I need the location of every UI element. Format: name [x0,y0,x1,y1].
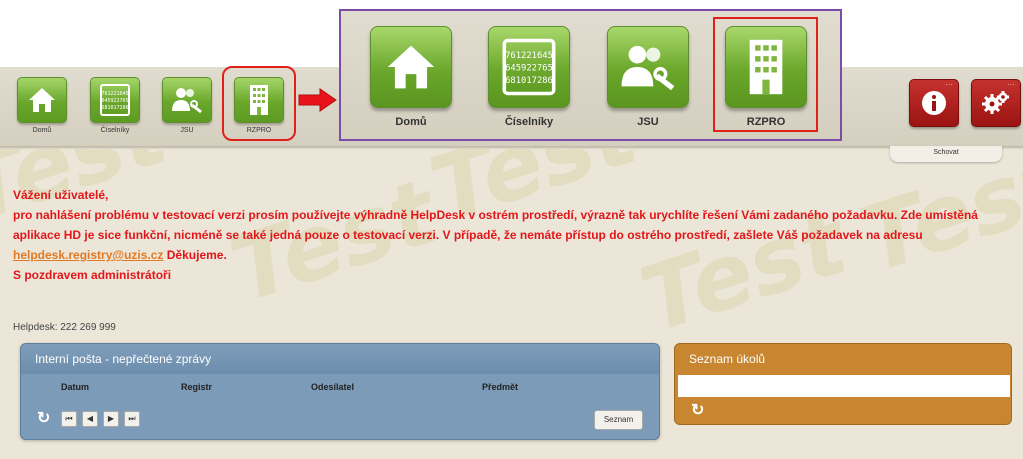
codebook-line: 761221645 [505,51,553,61]
next-page-button[interactable]: ▶ [103,411,119,427]
zoom-tile-jsu-label: JSU [637,116,659,128]
tasks-list-area [678,375,1010,397]
zoom-tile-jsu[interactable]: JSU [603,26,693,128]
codebook-line: 645922765 [505,64,553,74]
column-header-date[interactable]: Datum [61,382,89,392]
info-button[interactable]: ··· [909,79,959,127]
helpdesk-phone: Helpdesk: 222 269 999 [13,322,116,333]
tasks-panel-title: Seznam úkolů [689,352,766,366]
info-icon [922,91,946,115]
admin-message: Vážení uživatelé, pro nahlášení problému… [13,185,988,285]
rzpro-highlight-frame [222,66,296,141]
column-header-sender[interactable]: Odesílatel [311,382,354,392]
nav-tile-home[interactable]: Domů [16,77,68,134]
column-header-subject[interactable]: Předmět [482,382,518,392]
nav-tile-jsu-label: JSU [180,127,194,134]
last-page-button[interactable]: ⏭ [124,411,140,427]
task-list-panel: Seznam úkolů ↻ [674,343,1012,425]
mail-panel-title: Interní pošta - nepřečtené zprávy [21,344,659,374]
home-icon [370,26,452,108]
codebook-icon: 761221645 645922765 681017286 [488,26,570,108]
internal-mail-panel: Interní pošta - nepřečtené zprávy Datum … [20,343,660,440]
zoom-tile-codebooks[interactable]: 761221645 645922765 681017286 Číselníky [484,26,574,128]
users-wrench-icon [607,26,689,108]
red-arrow-icon [298,88,337,112]
nav-tile-jsu[interactable]: JSU [161,77,213,134]
nav-tile-codebooks-label: Číselníky [100,127,130,134]
nav-tile-home-label: Domů [32,127,52,134]
settings-button[interactable]: ··· [971,79,1021,127]
rzpro-zoom-highlight-frame [713,17,818,132]
message-body: pro nahlášení problému v testovací verzi… [13,208,978,262]
refresh-icon[interactable]: ↻ [37,408,50,428]
helpdesk-email-link[interactable]: helpdesk.registry@uzis.cz [13,248,163,262]
users-wrench-icon [162,77,212,123]
first-page-button[interactable]: ⏮ [61,411,77,427]
nav-tile-codebooks[interactable]: 761221645 645922765 681017286 Číselníky [89,77,141,134]
codebook-icon: 761221645 645922765 681017286 [90,77,140,123]
message-greeting: Vážení uživatelé, [13,188,109,202]
refresh-icon[interactable]: ↻ [691,400,704,420]
message-signature: S pozdravem administrátoři [13,268,172,282]
codebook-line: 681017286 [505,76,553,86]
codebook-line: 681017286 [101,105,128,111]
column-header-registry[interactable]: Registr [181,382,212,392]
gears-icon [982,91,1009,114]
codebook-line: 645922765 [101,98,128,104]
zoom-tile-codebooks-label: Číselníky [504,116,554,128]
hide-toolbar-button[interactable]: Schovat [890,146,1002,162]
zoom-tile-home[interactable]: Domů [366,26,456,128]
prev-page-button[interactable]: ◀ [82,411,98,427]
home-icon [17,77,67,123]
zoomed-toolbar-panel: Domů 761221645 645922765 681017286 Čísel… [339,9,842,141]
codebook-line: 761221645 [101,91,128,97]
mail-list-button[interactable]: Seznam [594,410,643,430]
zoom-tile-home-label: Domů [395,116,427,128]
